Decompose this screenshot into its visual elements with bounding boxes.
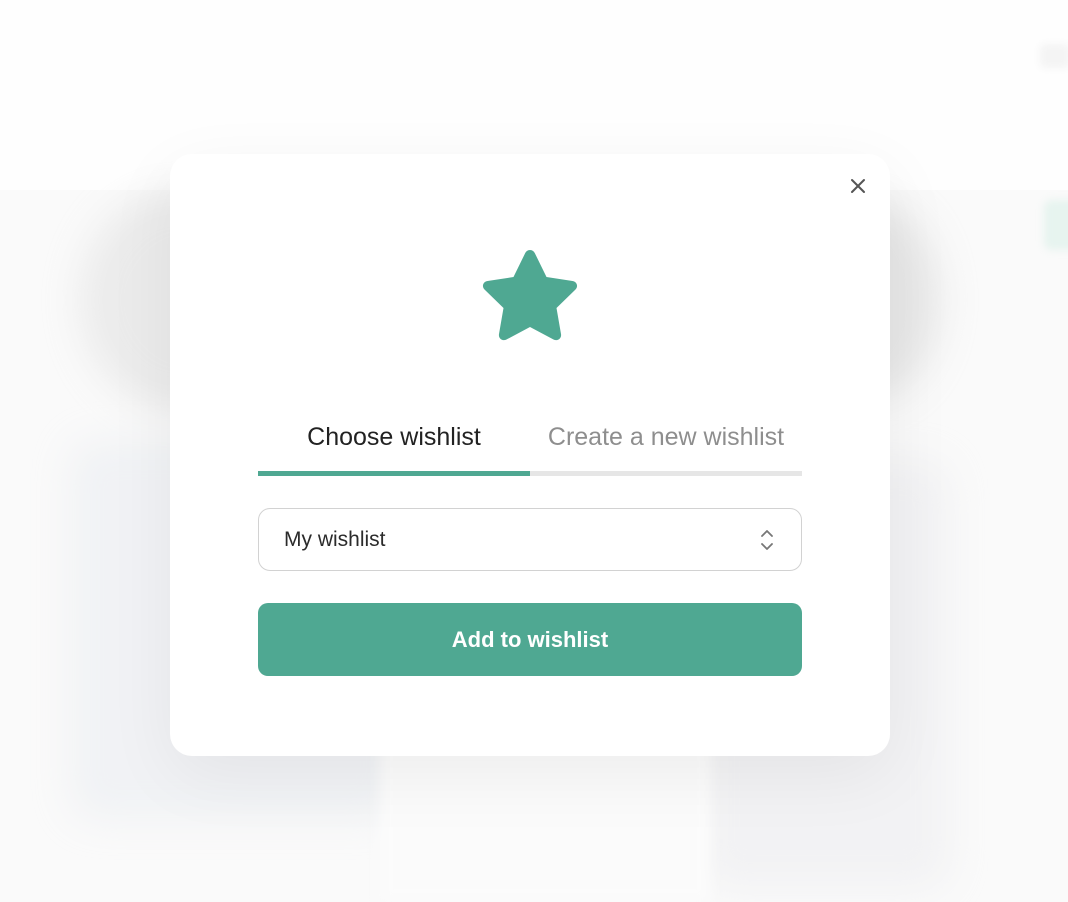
wishlist-tabs: Choose wishlist Create a new wishlist [258,418,802,476]
wishlist-select[interactable]: My wishlist [258,508,802,571]
close-icon [851,179,865,193]
wishlist-select-value: My wishlist [284,528,386,551]
chevron-up-down-icon [759,527,775,553]
tab-choose-wishlist[interactable]: Choose wishlist [258,418,530,456]
close-button[interactable] [844,172,872,200]
star-icon [474,244,586,352]
add-to-wishlist-modal: Choose wishlist Create a new wishlist My… [170,154,890,756]
active-tab-indicator [258,471,530,476]
add-to-wishlist-button[interactable]: Add to wishlist [258,603,802,676]
tab-create-new-wishlist[interactable]: Create a new wishlist [530,418,802,456]
